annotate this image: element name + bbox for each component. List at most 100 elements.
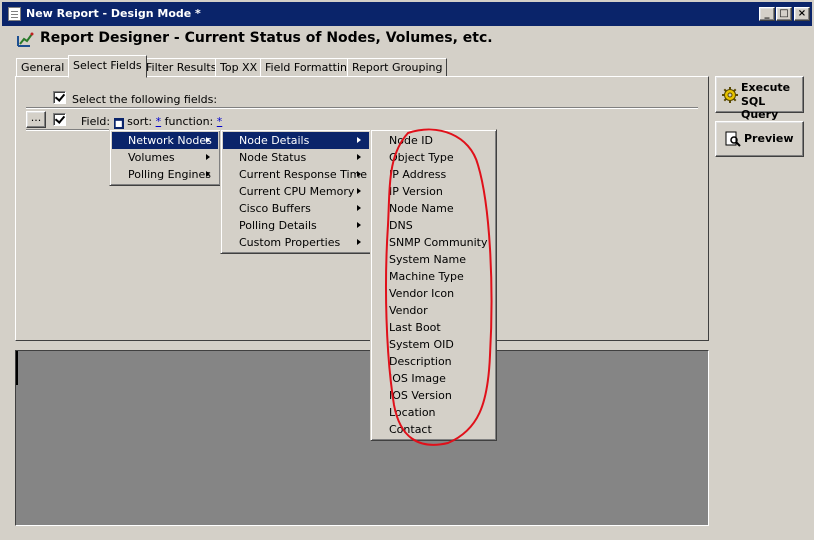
node-group-menu-item-label: Polling Details <box>239 219 317 232</box>
field-selector[interactable]: ■ <box>113 118 124 129</box>
report-designer-icon <box>17 32 34 47</box>
page-title: Report Designer - Current Status of Node… <box>40 30 493 46</box>
category-menu-item-label: Volumes <box>128 151 175 164</box>
tab-select-fields[interactable]: Select Fields <box>68 55 147 78</box>
function-link[interactable]: * <box>217 115 223 128</box>
node-field-menu-item[interactable]: Node Name <box>373 200 494 217</box>
gear-icon <box>722 87 738 103</box>
field-row: Field: ■ sort: * function: * <box>81 115 222 129</box>
node-field-menu-item-label: DNS <box>389 219 413 232</box>
node-group-menu-item-label: Node Details <box>239 134 310 147</box>
tab-general[interactable]: General <box>16 58 70 77</box>
divider <box>26 107 698 109</box>
node-field-menu-item[interactable]: IP Version <box>373 183 494 200</box>
sql-query-label: SQL Query <box>741 95 779 121</box>
node-field-menu-item[interactable]: Machine Type <box>373 268 494 285</box>
node-field-menu-item[interactable]: SNMP Community <box>373 234 494 251</box>
preview-button[interactable]: Preview <box>715 121 804 157</box>
node-field-menu-item[interactable]: DNS <box>373 217 494 234</box>
close-button[interactable]: × <box>794 7 810 21</box>
field-label: Field: <box>81 115 111 128</box>
node-field-menu-item[interactable]: System Name <box>373 251 494 268</box>
node-field-menu-item[interactable]: Last Boot <box>373 319 494 336</box>
node-group-menu-item[interactable]: Node Details <box>223 132 369 149</box>
node-field-menu-item-label: Machine Type <box>389 270 464 283</box>
row-divider <box>26 129 122 131</box>
node-group-menu-item-label: Cisco Buffers <box>239 202 311 215</box>
submenu-arrow-icon <box>206 137 210 143</box>
node-group-menu-item[interactable]: Custom Properties <box>223 234 369 251</box>
document-icon <box>8 7 21 21</box>
node-field-menu-item-label: IP Version <box>389 185 443 198</box>
node-group-menu-item[interactable]: Cisco Buffers <box>223 200 369 217</box>
node-group-menu-item[interactable]: Current CPU Memory <box>223 183 369 200</box>
sort-label: sort: <box>127 115 153 128</box>
submenu-arrow-icon <box>357 154 361 160</box>
node-field-menu-item-label: Description <box>389 355 452 368</box>
node-group-menu-item-label: Current Response Time <box>239 168 368 181</box>
tab-top-xx[interactable]: Top XX <box>215 58 263 77</box>
submenu-arrow-icon <box>357 171 361 177</box>
function-label: function: <box>164 115 214 128</box>
category-menu-item[interactable]: Volumes <box>112 149 218 166</box>
submenu-arrow-icon <box>206 171 210 177</box>
node-field-menu-item[interactable]: IOS Version <box>373 387 494 404</box>
execute-sql-query-button[interactable]: Execute SQL Query <box>715 76 804 121</box>
tab-filter-results[interactable]: Filter Results <box>141 58 222 77</box>
node-group-menu-item-label: Custom Properties <box>239 236 341 249</box>
node-field-menu-item[interactable]: IP Address <box>373 166 494 183</box>
field-options-button[interactable]: ... <box>26 111 46 128</box>
submenu-arrow-icon <box>357 239 361 245</box>
execute-label: Execute <box>741 81 791 94</box>
field-checkbox[interactable] <box>53 113 66 126</box>
field-category-menu: Network Nodes Volumes Polling Engines <box>109 129 221 186</box>
window-title: New Report - Design Mode * <box>26 7 201 20</box>
node-field-menu-item[interactable]: Node ID <box>373 132 494 149</box>
node-group-menu-item-label: Current CPU Memory <box>239 185 355 198</box>
submenu-arrow-icon <box>357 205 361 211</box>
node-field-menu-item-label: Last Boot <box>389 321 441 334</box>
node-field-menu-item-label: Location <box>389 406 436 419</box>
tab-report-grouping[interactable]: Report Grouping <box>347 58 448 77</box>
maximize-button[interactable]: □ <box>776 7 792 21</box>
category-menu-item-label: Polling Engines <box>128 168 212 181</box>
node-field-menu-item-label: Node ID <box>389 134 433 147</box>
select-all-label: Select the following fields: <box>72 93 218 106</box>
node-field-menu-item[interactable]: IOS Image <box>373 370 494 387</box>
node-field-menu-item-label: IOS Image <box>389 372 446 385</box>
submenu-arrow-icon <box>206 154 210 160</box>
preview-label: Preview <box>744 132 794 145</box>
submenu-arrow-icon <box>357 188 361 194</box>
node-field-menu-item-label: Object Type <box>389 151 454 164</box>
node-details-submenu: Node ID Object Type IP Address IP Version No… <box>370 129 497 441</box>
node-field-menu-item[interactable]: Description <box>373 353 494 370</box>
select-all-checkbox[interactable] <box>53 91 66 104</box>
minimize-button[interactable]: _ <box>759 7 775 21</box>
sort-link[interactable]: * <box>156 115 162 128</box>
node-field-menu-item[interactable]: Contact <box>373 421 494 438</box>
category-menu-item[interactable]: Polling Engines <box>112 166 218 183</box>
network-nodes-submenu: Node Details Node Status Current Response … <box>220 129 372 254</box>
title-bar: New Report - Design Mode * _ □ × <box>2 2 812 26</box>
node-field-menu-item-label: System OID <box>389 338 454 351</box>
node-field-menu-item[interactable]: Vendor Icon <box>373 285 494 302</box>
node-field-menu-item[interactable]: Vendor <box>373 302 494 319</box>
submenu-arrow-icon <box>357 137 361 143</box>
caret <box>16 351 18 385</box>
category-menu-item[interactable]: Network Nodes <box>112 132 218 149</box>
node-field-menu-item-label: IP Address <box>389 168 447 181</box>
submenu-arrow-icon <box>357 222 361 228</box>
node-group-menu-item[interactable]: Node Status <box>223 149 369 166</box>
tab-field-formatting[interactable]: Field Formatting <box>260 58 359 77</box>
node-field-menu-item-label: Vendor Icon <box>389 287 455 300</box>
node-group-menu-item[interactable]: Polling Details <box>223 217 369 234</box>
node-field-menu-item-label: Node Name <box>389 202 454 215</box>
node-field-menu-item[interactable]: Location <box>373 404 494 421</box>
report-preview-area <box>15 350 709 526</box>
node-field-menu-item-label: System Name <box>389 253 466 266</box>
node-field-menu-item[interactable]: System OID <box>373 336 494 353</box>
node-field-menu-item[interactable]: Object Type <box>373 149 494 166</box>
node-group-menu-item-label: Node Status <box>239 151 307 164</box>
category-menu-item-label: Network Nodes <box>128 134 212 147</box>
node-group-menu-item[interactable]: Current Response Time <box>223 166 369 183</box>
